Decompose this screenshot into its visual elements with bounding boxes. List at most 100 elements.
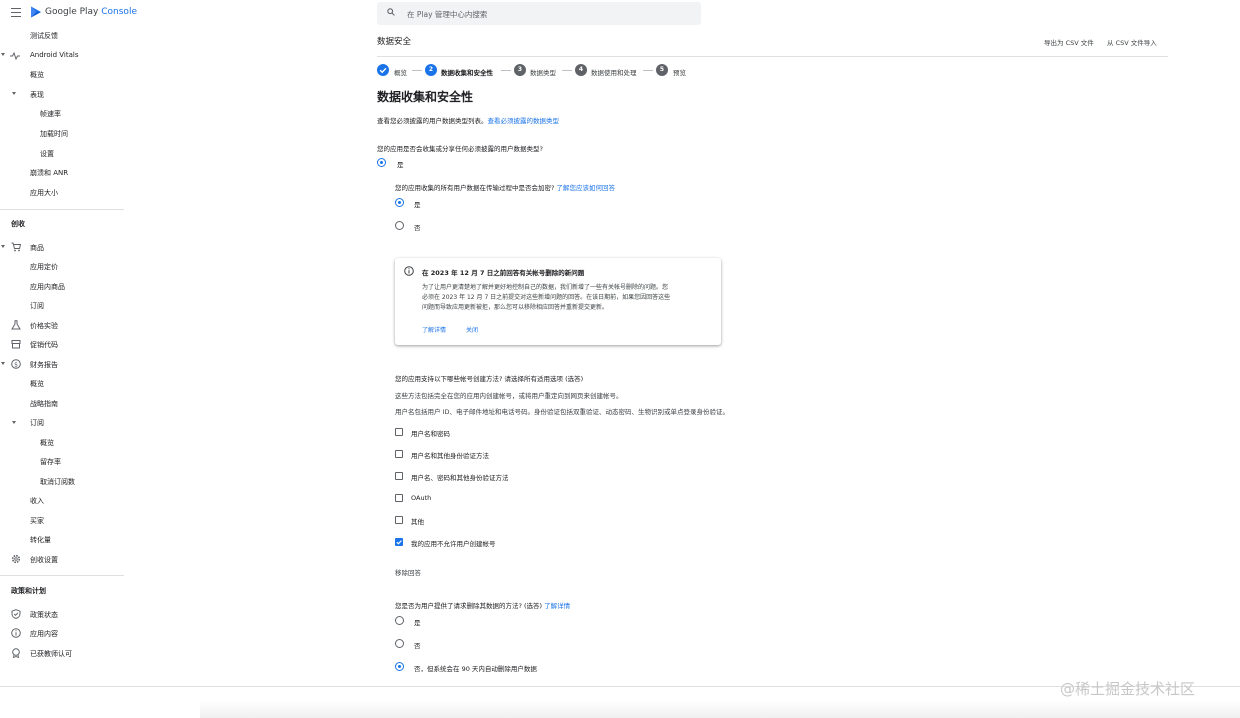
sidebar-item-app-pricing[interactable]: 应用定价 [30,262,58,272]
sidebar-item-in-app-products[interactable]: 应用内商品 [30,282,65,292]
sidebar-item-performance[interactable]: 表现 [30,90,44,100]
question-account-creation: 您的应用支持以下哪些帐号创建方法? 请选择所有适用选项 (选答) [395,375,584,383]
q4-yes-label: 是 [414,619,421,627]
sidebar-item-products[interactable]: 商品 [30,243,44,253]
sidebar-item-crashes-anr[interactable]: 崩溃和 ANR [30,168,68,178]
chevron-down-icon[interactable] [12,421,16,424]
step-1-label[interactable]: 概览 [394,67,407,77]
chevron-down-icon[interactable] [1,245,5,248]
sidebar-item-load-time[interactable]: 加载时间 [40,129,68,139]
shield-icon [11,609,21,619]
menu-icon[interactable] [11,8,21,17]
q2-yes-radio[interactable] [395,198,404,207]
sidebar-item-teacher-approved[interactable]: 已获教师认可 [30,649,72,659]
q4-yes-radio[interactable] [395,616,404,625]
badge-icon [12,648,20,658]
checkbox-other[interactable] [395,516,403,524]
chevron-down-icon[interactable] [1,53,5,56]
import-csv-button[interactable]: 从 CSV 文件导入 [1107,37,1157,47]
svg-text:$: $ [14,361,18,368]
sidebar-item-app-size[interactable]: 应用大小 [30,188,58,198]
sidebar-item-buyers[interactable]: 买家 [30,516,44,526]
sidebar-item-subscriptions[interactable]: 订阅 [30,301,44,311]
q2-no-label: 否 [414,224,421,232]
option-label: 用户名和密码 [411,430,450,438]
brand-title: Google Play Console [45,7,137,17]
option-label: OAuth [411,494,432,502]
search-placeholder: 在 Play 管理中心内搜索 [407,10,488,19]
option-label: 其他 [411,518,424,526]
q1-yes-radio[interactable] [377,158,386,167]
checkbox-no-account-creation[interactable] [395,538,403,546]
sidebar-item-vitals-overview[interactable]: 概览 [30,70,44,80]
sidebar-item-cancellations[interactable]: 取消订阅数 [40,477,75,487]
watermark: @稀土掘金技术社区 [1060,680,1196,698]
dollar-icon: $ [11,359,21,369]
sidebar-item-policy-status[interactable]: 政策状态 [30,610,58,620]
gear-icon [11,554,21,564]
step-2-label[interactable]: 数据收集和安全性 [441,67,493,77]
data-deletion-learn-more-link[interactable]: 了解详情 [544,602,570,610]
chevron-down-icon[interactable] [1,362,5,365]
notice-body: 为了让用户更清楚地了解并更好地控制自己的数据，我们新增了一些有关帐号删除的问题。… [422,284,671,311]
sidebar-item-financial-reports[interactable]: 财务报告 [30,360,58,370]
header-divider [377,56,1168,57]
account-creation-desc-1: 这些方法包括完全在您的应用内创建帐号，或将用户重定向到网页来创建帐号。 [395,392,623,400]
flask-icon [11,320,21,330]
sidebar-item-fin-subscriptions[interactable]: 订阅 [30,418,44,428]
sidebar-item-retention[interactable]: 留存率 [40,457,61,467]
sidebar-item-app-content[interactable]: 应用内容 [30,629,58,639]
sidebar-item-monetization-setup[interactable]: 创收设置 [30,555,58,565]
q1-yes-label: 是 [397,161,404,169]
sidebar-item-strategy-guide[interactable]: 战略指南 [30,399,58,409]
checkbox-username-other-auth[interactable] [395,450,403,458]
option-label: 我的应用不允许用户创建帐号 [411,540,496,548]
sidebar-item-price-experiments[interactable]: 价格实验 [30,321,58,331]
q2-yes-label: 是 [414,201,421,209]
step-connector [562,70,572,71]
page-title: 数据安全 [377,37,412,47]
option-label: 用户名和其他身份验证方法 [411,452,489,460]
sidebar-item-test-feedback[interactable]: 测试反馈 [30,31,58,41]
chevron-down-icon[interactable] [12,92,16,95]
option-label: 用户名、密码和其他身份验证方法 [411,474,509,482]
sidebar-item-frame-rate[interactable]: 帧速率 [40,109,61,119]
export-csv-button[interactable]: 导出为 CSV 文件 [1044,37,1094,47]
sidebar-item-revenue[interactable]: 收入 [30,496,44,506]
step-3-label[interactable]: 数据类型 [530,67,556,77]
search-input[interactable]: 在 Play 管理中心内搜索 [377,2,701,25]
step-4-label[interactable]: 数据使用和处理 [591,67,637,77]
step-1-check-icon[interactable] [377,64,389,76]
q2-no-radio[interactable] [395,221,404,230]
checkbox-oauth[interactable] [395,494,403,502]
sidebar-divider [0,209,124,210]
checkbox-username-password-other[interactable] [395,472,403,480]
vitals-icon [10,51,20,61]
encryption-help-link[interactable]: 了解您应该如何回答 [557,184,616,192]
footer-divider [0,686,1240,687]
sidebar-section-monetize: 创收 [11,220,25,228]
step-2-number[interactable]: 2 [425,64,437,76]
sidebar-item-conversions[interactable]: 转化量 [30,535,51,545]
sidebar-section-policy: 政策和计划 [11,587,46,595]
sidebar-item-android-vitals[interactable]: Android Vitals [30,51,79,59]
step-5-label[interactable]: 预览 [673,67,686,77]
clear-answer-button[interactable]: 移除回答 [395,567,421,577]
step-5-number[interactable]: 5 [656,64,668,76]
step-4-number[interactable]: 4 [575,64,587,76]
q4-no-auto-delete-label: 否，但系统会在 90 天内自动删除用户数据 [414,665,537,673]
checkbox-username-password[interactable] [395,428,403,436]
sidebar-item-sub-overview[interactable]: 概览 [40,438,54,448]
notice-learn-more-button[interactable]: 了解详情 [422,325,446,334]
check-icon [396,540,402,545]
intro-text: 查看您必须披露的用户数据类型列表。查看必须披露的数据类型 [377,117,560,125]
q4-no-auto-delete-radio[interactable] [395,662,404,671]
data-types-link[interactable]: 查看必须披露的数据类型 [488,117,560,125]
step-3-number[interactable]: 3 [514,64,526,76]
sidebar-item-settings[interactable]: 设置 [40,149,54,159]
notice-close-button[interactable]: 关闭 [466,325,478,334]
account-deletion-notice: 在 2023 年 12 月 7 日之前回答有关帐号删除的新问题 为了让用户更清楚… [395,258,721,345]
q4-no-radio[interactable] [395,639,404,648]
sidebar-item-fin-overview[interactable]: 概览 [30,379,44,389]
sidebar-item-promo-codes[interactable]: 促销代码 [30,340,58,350]
